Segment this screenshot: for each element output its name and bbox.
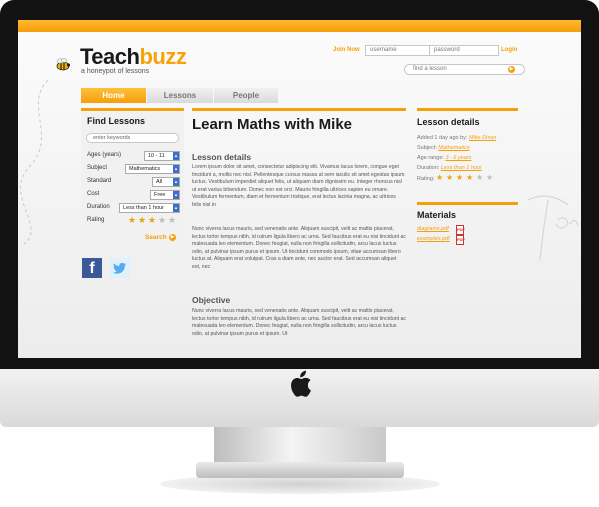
lesson-description-paragraph: Lorem ipsum dolor sit amet, consectetur … [192, 164, 405, 208]
select-arrows-icon: ▲ [173, 204, 179, 212]
rating-star-icon[interactable]: ★ [128, 216, 136, 225]
select-arrows-icon: ▲ [173, 178, 179, 186]
filter-label-duration: Duration [87, 204, 110, 210]
search-go-arrow-icon[interactable]: ▶ [169, 234, 176, 241]
monitor-stand-base [196, 462, 404, 478]
lesson-description-paragraph: Nunc viverra lacus mauris, sed venenatis… [192, 226, 406, 270]
subject-select-value: Mathematics [129, 166, 161, 172]
find-lesson-search-input[interactable]: find a lesson [404, 64, 525, 75]
filter-label-cost: Cost [87, 191, 100, 197]
page-title: Learn Maths with Mike [192, 116, 353, 133]
ages-select[interactable]: 10 - 11 ▲ [144, 151, 180, 161]
material-link-diagrams[interactable]: diagrams.pdf [417, 226, 449, 232]
top-accent-bar [18, 20, 581, 32]
standard-select-value: All [156, 179, 163, 185]
age-range-label: Age range: [417, 155, 444, 161]
tab-lessons[interactable]: Lessons [147, 88, 213, 103]
duration-select-value: Less than 1 hour [123, 205, 164, 211]
password-input[interactable]: password [429, 45, 499, 56]
select-arrows-icon: ▲ [173, 165, 179, 173]
materials-top-rule [417, 202, 518, 205]
lesson-rating-star-icon: ★ [476, 173, 484, 182]
filter-label-standard: Standard [87, 178, 112, 184]
monitor-stand [214, 427, 386, 467]
select-arrows-icon: ▲ [173, 191, 179, 199]
details-top-rule [417, 108, 518, 111]
lesson-rating-star-icon: ★ [466, 173, 474, 182]
rating-star-icon[interactable]: ★ [158, 216, 166, 225]
lesson-details-panel-title: Lesson details [417, 117, 480, 127]
subject-label: Subject: [417, 145, 437, 151]
materials-heading: Materials [417, 210, 457, 220]
duration-line: Duration: Less than 1 hour [417, 165, 482, 171]
objective-paragraph: Nunc viverra lacus mauris, sed venenatis… [192, 308, 406, 337]
objective-heading: Objective [192, 295, 231, 305]
facebook-icon[interactable]: f [82, 258, 102, 278]
age-range-line: Age range: 3 - 6 years [417, 155, 471, 161]
logo-text-part2: buzz [139, 44, 187, 69]
duration-select[interactable]: Less than 1 hour ▲ [119, 203, 180, 213]
cost-select[interactable]: Free ▲ [150, 190, 180, 200]
tab-people[interactable]: People [214, 88, 278, 103]
duration-label: Duration: [417, 165, 440, 171]
site-tagline: a honeypot of lessons [81, 68, 150, 75]
rating-star-icon[interactable]: ★ [168, 216, 176, 225]
material-link-examples[interactable]: examples.pdf [417, 236, 450, 242]
tab-home[interactable]: Home [81, 88, 146, 103]
search-button[interactable]: Search [145, 234, 167, 241]
select-arrows-icon: ▲ [173, 152, 179, 160]
subject-line: Subject: Mathematics [417, 145, 470, 151]
username-input[interactable]: username [365, 45, 431, 56]
screen: Teachbuzz a honeypot of lessons Join Now… [18, 20, 581, 358]
find-lessons-title: Find Lessons [87, 116, 146, 126]
filter-label-ages: Ages (years) [87, 152, 122, 158]
find-lesson-go-arrow-icon[interactable]: ▶ [508, 66, 515, 73]
lesson-details-heading: Lesson details [192, 152, 252, 162]
login-button[interactable]: Login [501, 47, 517, 53]
sidebar-top-rule [81, 108, 184, 111]
pdf-icon[interactable]: PDF [456, 235, 465, 245]
keywords-input[interactable]: enter keywords [86, 133, 179, 143]
lesson-rating-star-icon: ★ [456, 173, 464, 182]
apple-logo-icon [291, 370, 311, 397]
twitter-bird-icon[interactable] [110, 258, 130, 278]
lesson-rating-star-icon: ★ [446, 173, 454, 182]
subject-link[interactable]: Mathematics [438, 145, 469, 151]
bee-icon [56, 58, 70, 71]
join-now-link[interactable]: Join Now [333, 47, 360, 53]
added-by-label: Added 1 day ago by: [417, 135, 468, 141]
standard-select[interactable]: All ▲ [152, 177, 180, 187]
cost-select-value: Free [154, 192, 166, 198]
filter-label-subject: Subject [87, 165, 108, 171]
rating-star-icon[interactable]: ★ [148, 216, 156, 225]
subject-select[interactable]: Mathematics ▲ [125, 164, 180, 174]
lesson-rating-label: Rating: [417, 176, 435, 182]
age-range-link[interactable]: 3 - 6 years [445, 155, 471, 161]
lesson-rating-star-icon: ★ [436, 173, 444, 182]
lesson-rating-star-icon: ★ [486, 173, 494, 182]
bee-trail-decoration [20, 79, 49, 245]
duration-link[interactable]: Less than 1 hour [441, 165, 482, 171]
added-by-line: Added 1 day ago by: Mike Dixon [417, 135, 496, 141]
author-link[interactable]: Mike Dixon [469, 135, 496, 141]
rating-star-icon[interactable]: ★ [138, 216, 146, 225]
site-logo[interactable]: Teachbuzz [80, 44, 187, 70]
main-top-rule [192, 108, 406, 111]
filter-label-rating: Rating [87, 217, 105, 223]
ages-select-value: 10 - 11 [148, 153, 165, 159]
logo-text-part1: Teach [80, 44, 140, 69]
pdf-icon[interactable]: PDF [456, 225, 465, 235]
background-handwriting-decoration [527, 195, 579, 261]
